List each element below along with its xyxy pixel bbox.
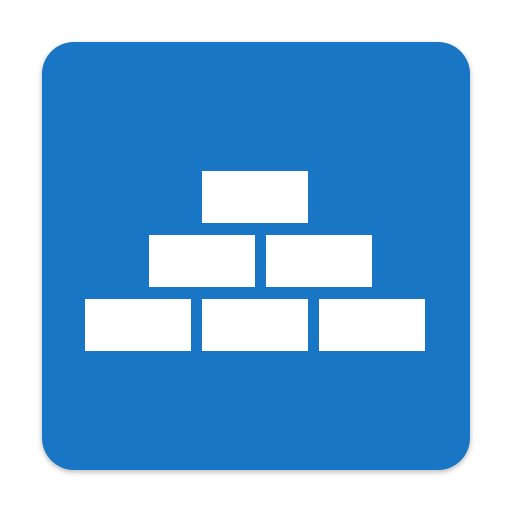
icon-canvas (0, 0, 512, 512)
app-icon[interactable] (42, 42, 470, 470)
brick-row1-1 (202, 171, 308, 223)
brick-row3-1 (85, 299, 191, 351)
brick-row2-1 (149, 235, 255, 287)
brick-row3-3 (319, 299, 425, 351)
brick-row3-2 (202, 299, 308, 351)
brick-row2-2 (266, 235, 372, 287)
